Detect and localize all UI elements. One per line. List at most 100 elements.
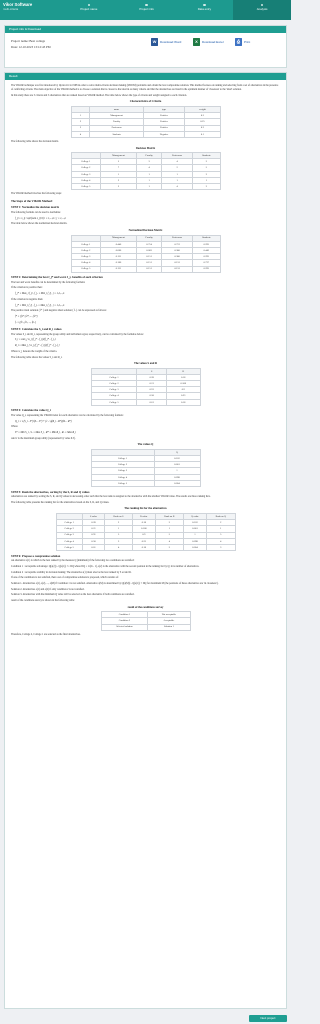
table-cell: 3 (154, 543, 184, 552)
q-table: Q College 1 0.162 College 2 0.001 College … (90, 448, 201, 488)
criteria-table: name type weight 1 Management Positive 0.3 2F… (70, 105, 221, 138)
project-info-header[interactable]: Project info & Download (5, 26, 286, 33)
table-cell: 4 (161, 183, 194, 191)
conditions-table-title: result of the conditions survey (127, 605, 164, 609)
study-text: In this study there are 5 criteria and 5… (11, 93, 187, 97)
table-cell: 2 (192, 183, 221, 191)
table-row: 4 Students Negative 0.1 (70, 130, 221, 138)
step2-formula-positive: f_j* = Max_i f_ij , f_j- = Min_i f_ij , … (15, 292, 65, 296)
result-header[interactable]: Result (5, 73, 286, 80)
step3-weight-note: Where w_j denotes the weight of the crit… (11, 349, 57, 353)
sr-table-title: The values S and R (133, 362, 157, 366)
step4-text: The value Q_i, representing the VIKOR in… (11, 413, 124, 417)
brand: Vikor Software multi-criteria (0, 0, 60, 20)
step3-text: The values S_i and R_i, representing the… (11, 332, 144, 336)
step6-title: STEP 6: Propose a compromise solution (11, 553, 61, 558)
table-cell: 0.295 (192, 265, 221, 273)
download-excel-button[interactable]: X Download Excel (193, 38, 224, 46)
step5-text: Alternatives are ranked by sorting the S… (11, 495, 211, 499)
download-word-button[interactable]: W Download Word (151, 38, 181, 46)
step3-after: The following table shows the values S_i… (11, 355, 63, 359)
table-row: Selected solution Solution 1 (100, 623, 191, 631)
table-cell: 0.664 (153, 479, 201, 488)
step-project-info[interactable]: Project info (118, 0, 176, 20)
table-cell: 4 (70, 130, 91, 138)
table-cell: 0.18 (131, 543, 156, 552)
table-cell: Negative (142, 130, 186, 138)
ranking-table-title: The ranking list for the alternatives (124, 507, 167, 511)
step4-v-note: And v is the maximum group utility (repr… (11, 436, 76, 440)
step-analysis[interactable]: Analysis (233, 0, 291, 20)
top-bar: Vikor Software multi-criteria Project na… (0, 0, 291, 20)
step3-formula-s: S_i = sum_j w_j (f_j* - f_ij)/(f_j* - f_… (15, 338, 56, 342)
table-row: College 52142 (70, 183, 221, 191)
result-note: result of the conditions survey is shown… (11, 599, 75, 602)
step-project-name[interactable]: Project name (60, 0, 118, 20)
table-cell: College 5 (70, 265, 101, 273)
printer-icon: ⎙ (235, 38, 242, 46)
table-cell: 1 (136, 183, 163, 191)
table-cell: 2 (99, 183, 138, 191)
condition-2: Condition 2 : Acceptable stability in de… (11, 570, 132, 574)
steps-title: The Steps of the VIKOR Method: (11, 198, 53, 203)
project-info-panel: Project info & Download Project name: Be… (4, 25, 287, 68)
table-cell: 0.61 (136, 398, 167, 406)
step5-title: STEP 5: Rank the alternatives, sorting b… (11, 489, 90, 494)
project-date: Date: 12.10.2023 13:12:43 PM (11, 45, 51, 49)
app-subtitle: multi-criteria (3, 7, 19, 11)
step-data-entry[interactable]: Data entry (176, 0, 234, 20)
result-content: The VIKOR technique was first introduced… (5, 80, 286, 642)
table-cell: 0.18 (165, 398, 201, 406)
q-table-title: The values Q (137, 443, 154, 447)
step2-formula-ideal: f* = {f1*, f2*, ..., fn*} (15, 314, 38, 318)
next-project-button[interactable]: Next project (249, 1015, 287, 1022)
step1-text: The following formula can be used to nor… (11, 211, 61, 214)
step3-title: STEP 3: Calculate the S_i and R_i values (11, 327, 62, 332)
table-cell: College 5 (70, 183, 101, 191)
step2-ideal: The positive ideal solution ( f* ) and n… (11, 309, 107, 313)
step4-formula-bounds: S* = Min S_i , S- = Max S_i , R* = Min R… (15, 431, 76, 434)
step2-negative: If the criterion is negative then: (11, 297, 44, 301)
condition-note: If one of the conditions is not satisfie… (11, 576, 119, 580)
conditions-table: Condition 1 Not acceptable Condition 2 Acc… (100, 611, 191, 631)
step2-formula-negative: f_j* = Min_i f_ij , f_j- = Max_i f_ij , … (15, 303, 65, 307)
step4-where: Where (11, 425, 18, 429)
table-cell: College 5 (55, 543, 83, 552)
excel-icon: X (193, 38, 200, 46)
step2-title: STEP 2: Determining the best f_j* and wo… (11, 275, 103, 280)
table-cell: College 5 (90, 479, 155, 488)
table-cell: Students (89, 130, 144, 138)
criteria-table-title: Characteristics of Criteria (129, 100, 162, 104)
intro-text: The VIKOR technique was first introduced… (11, 84, 279, 92)
decision-table-title: Decision Matrix (135, 146, 156, 150)
condition-1: Condition 1 : Acceptable advantage: Q(a(… (11, 564, 200, 568)
step1-after: The table below shows the normalized dec… (11, 222, 68, 226)
decision-note: The following table shows the decision m… (11, 139, 59, 143)
project-info: Project name: Best college Date: 12.10.2… (11, 38, 51, 50)
final-result: Therefore, College 2, College 1 are sele… (11, 632, 81, 636)
step4-title: STEP 4: Calculate the value Q_i (11, 408, 51, 413)
step2-text: The best and worst benefits can be deter… (11, 280, 86, 284)
vikor-note: The VIKOR method involves the following … (11, 192, 62, 196)
solution-3: Solution 3. Alternatives with the minimu… (11, 593, 135, 597)
table-row: College 5 0.61 0.18 (90, 398, 201, 406)
step3-formula-r: R_i = Max_j [ w_j (f_j* - f_ij)/(f_j* - … (15, 344, 60, 348)
wizard-steps: Project name Project info Data entry Ana… (60, 0, 291, 20)
result-panel: Result The VIKOR technique was first int… (4, 72, 287, 1009)
print-button[interactable]: ⎙ Print (235, 38, 250, 46)
download-word-label: Download Word (160, 40, 182, 44)
ranking-table: S value Rank on SR value Rank on RQ value R… (55, 512, 236, 552)
solution-1: Solution 1. Alternatives a(1), a(2), ...… (11, 581, 219, 585)
table-cell: Selected solution (100, 623, 149, 631)
table-cell: 3 (206, 543, 236, 552)
word-icon: W (151, 38, 158, 46)
step6-text: An alternative a(1) is which is the best… (11, 559, 135, 563)
solution-2: Solution 2. Alternatives a(1) and a(2) i… (11, 587, 85, 591)
step4-formula-q: Q_i = v (S_i - S*)/(S- - S*) + (1 - v)(R… (15, 419, 72, 423)
table-row: College 5 0.61 4 0.18 3 0.664 3 (55, 543, 236, 552)
print-label: Print (244, 40, 251, 44)
table-cell: 0.131 (99, 265, 138, 273)
table-row: College 5 0.664 (90, 479, 201, 488)
table-row: College 5 0.131 0.151 0.153 0.295 (70, 265, 221, 273)
normalized-table: Management Faculty Professors Students Coll… (70, 234, 221, 273)
